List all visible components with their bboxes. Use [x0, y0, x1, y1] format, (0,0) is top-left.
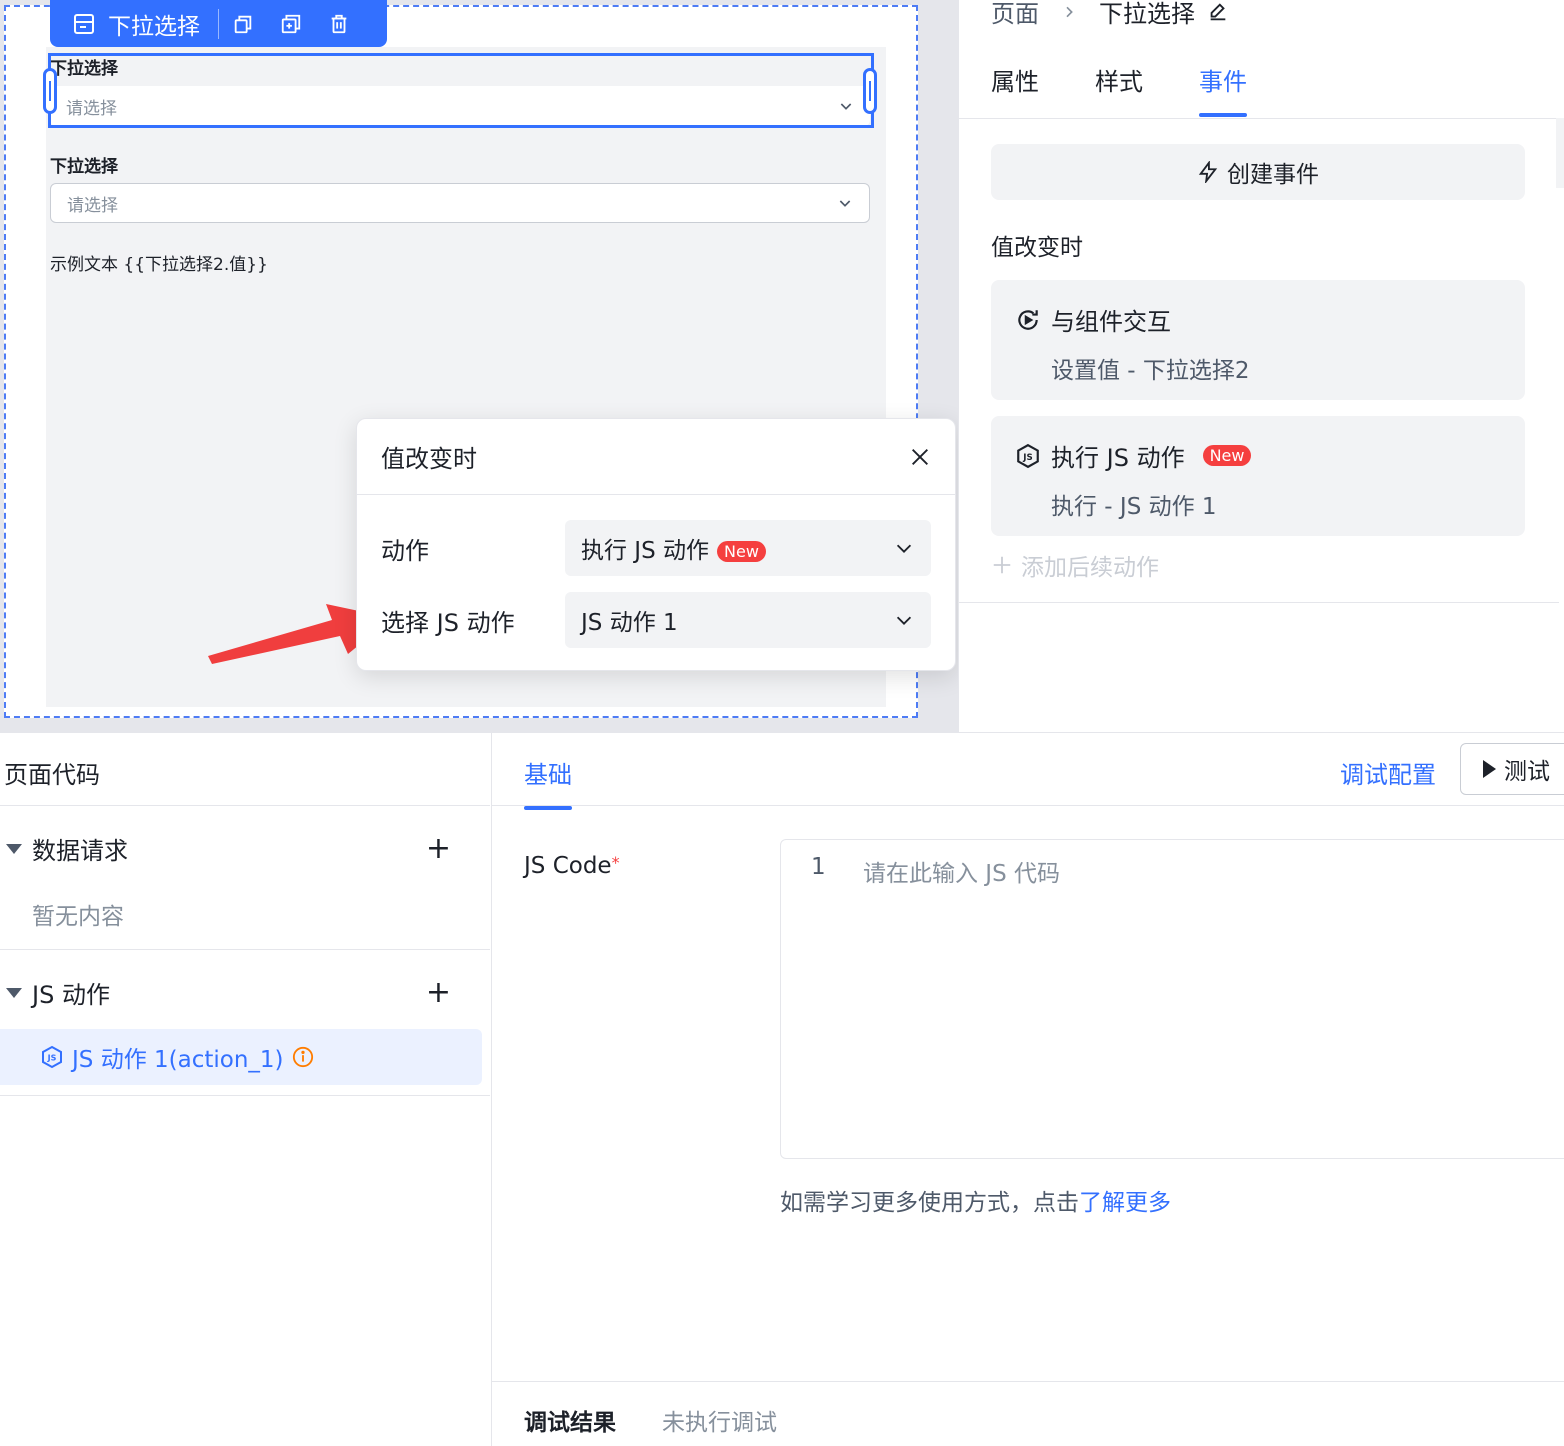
- action-card-desc: 执行 - JS 动作 1: [1051, 494, 1217, 520]
- tab-properties[interactable]: 属性: [991, 62, 1039, 117]
- learn-more-link[interactable]: 了解更多: [1079, 1190, 1171, 1216]
- add-js-action-icon[interactable]: +: [426, 977, 451, 1008]
- svg-text:JS: JS: [1022, 452, 1032, 462]
- line-number: 1: [811, 854, 826, 880]
- action-label: 动作: [381, 536, 429, 565]
- sample-text: 示例文本 {{下拉选择2.值}}: [50, 255, 268, 275]
- tabs-divider: [959, 118, 1559, 119]
- panel-tabs: 属性 样式 事件: [991, 62, 1247, 117]
- help-text: 如需学习更多使用方式，点击了解更多: [780, 1190, 1171, 1216]
- js-code-label: JS Code*: [524, 853, 620, 879]
- divider: [492, 1381, 1564, 1382]
- action-card-desc: 设置值 - 下拉选择2: [1051, 358, 1250, 384]
- new-badge: New: [1202, 445, 1252, 466]
- event-config-popup: 值改变时 动作 执行 JS 动作 New 选择 JS 动作 JS 动作 1: [356, 418, 956, 671]
- js-action-select-value: JS 动作 1: [581, 610, 678, 636]
- group-js-actions[interactable]: JS 动作 +: [6, 975, 451, 1010]
- add-data-request-icon[interactable]: +: [426, 833, 451, 864]
- js-action-select[interactable]: JS 动作 1: [565, 592, 931, 648]
- tab-events[interactable]: 事件: [1199, 62, 1247, 117]
- chevron-down-icon: [839, 200, 851, 207]
- scrollbar[interactable]: [1556, 118, 1564, 188]
- test-label: 测试: [1504, 759, 1550, 785]
- page-code-panel: 页面代码 数据请求 + 暂无内容 JS 动作 + JS JS 动作 1(acti…: [0, 732, 492, 1446]
- select-placeholder-2: 请选择: [67, 195, 118, 216]
- duplicate-icon: [281, 14, 301, 33]
- component-interact-icon: [1018, 309, 1038, 330]
- group-name: JS 动作: [32, 981, 110, 1009]
- copy-button[interactable]: [219, 13, 267, 35]
- js-hexagon-icon: JS: [1017, 443, 1039, 468]
- breadcrumb: 页面 下拉选择: [991, 0, 1229, 29]
- close-icon[interactable]: [909, 446, 931, 468]
- action-card-interact[interactable]: 与组件交互 设置值 - 下拉选择2: [991, 280, 1525, 400]
- breadcrumb-page[interactable]: 页面: [991, 0, 1039, 29]
- select-component-icon: [74, 13, 94, 34]
- resize-handle-right[interactable]: [863, 68, 877, 114]
- chevron-right-icon: [1066, 6, 1073, 17]
- add-action-label: 添加后续动作: [1021, 555, 1159, 581]
- field-label-2: 下拉选择: [50, 157, 118, 177]
- caret-down-icon: [6, 843, 22, 854]
- action-select-value: 执行 JS 动作 New: [581, 531, 766, 565]
- divider: [492, 805, 1564, 806]
- required-mark: *: [611, 853, 620, 872]
- lightning-icon: [1198, 161, 1218, 183]
- create-event-label: 创建事件: [1227, 162, 1319, 188]
- js-hexagon-icon: JS: [42, 1045, 62, 1069]
- event-section-title: 值改变时: [991, 235, 1083, 261]
- toolbar-component-name[interactable]: 下拉选择: [72, 8, 219, 40]
- group-name: 数据请求: [32, 837, 128, 865]
- create-event-button[interactable]: 创建事件: [991, 144, 1525, 200]
- selected-component-outline: [48, 53, 874, 128]
- tab-styles[interactable]: 样式: [1095, 62, 1143, 117]
- test-button[interactable]: 测试: [1460, 743, 1564, 795]
- popup-title: 值改变时: [381, 445, 477, 473]
- popup-row-js-action: 选择 JS 动作 JS 动作 1: [381, 592, 931, 648]
- tab-basic[interactable]: 基础: [524, 755, 572, 810]
- resize-handle-left[interactable]: [43, 68, 57, 114]
- panel-divider: [959, 602, 1559, 603]
- divider: [0, 805, 490, 806]
- empty-text: 暂无内容: [32, 904, 124, 930]
- duplicate-button[interactable]: [267, 13, 315, 35]
- code-placeholder: 请在此输入 JS 代码: [863, 861, 1061, 887]
- js-action-item[interactable]: JS JS 动作 1(action_1): [0, 1029, 482, 1085]
- caret-down-icon: [6, 987, 22, 998]
- select-input-2[interactable]: 请选择: [50, 183, 870, 223]
- popup-header: 值改变时: [357, 419, 955, 495]
- component-toolbar: 下拉选择: [50, 0, 387, 47]
- divider: [0, 949, 490, 950]
- divider: [0, 1095, 490, 1096]
- popup-row-action: 动作 执行 JS 动作 New: [381, 520, 931, 576]
- chevron-down-icon: [896, 544, 912, 553]
- action-card-title: 与组件交互: [1015, 302, 1501, 337]
- chevron-down-icon: [896, 616, 912, 625]
- edit-icon[interactable]: [1207, 1, 1229, 23]
- action-card-js[interactable]: JS 执行 JS 动作 New 执行 - JS 动作 1: [991, 416, 1525, 536]
- copy-icon: [234, 15, 252, 33]
- group-data-requests[interactable]: 数据请求 +: [6, 831, 451, 866]
- info-icon[interactable]: [292, 1046, 314, 1068]
- delete-icon: [331, 14, 347, 33]
- page-code-title: 页面代码: [4, 761, 100, 789]
- svg-text:JS: JS: [47, 1054, 57, 1063]
- new-badge: New: [717, 541, 766, 562]
- debug-config-link[interactable]: 调试配置: [1340, 755, 1436, 790]
- plus-icon: [993, 556, 1011, 574]
- play-icon: [1483, 760, 1496, 778]
- add-follow-up-action[interactable]: 添加后续动作: [991, 548, 1159, 582]
- js-action-label: 选择 JS 动作: [381, 608, 515, 637]
- action-card-title: JS 执行 JS 动作 New: [1015, 438, 1501, 473]
- js-action-item-label: JS 动作 1(action_1): [72, 1047, 284, 1073]
- debug-result-label: 调试结果: [524, 1410, 616, 1436]
- debug-result-value: 未执行调试: [662, 1410, 777, 1436]
- breadcrumb-current: 下拉选择: [1099, 0, 1195, 28]
- properties-panel: 页面 下拉选择 属性 样式 事件 创建事件 值改变时 与组件交互 设置值 - 下…: [958, 0, 1564, 732]
- action-select[interactable]: 执行 JS 动作 New: [565, 520, 931, 576]
- toolbar-name-label: 下拉选择: [108, 13, 200, 40]
- delete-button[interactable]: [315, 13, 363, 35]
- js-editor-panel: 基础 调试配置 测试 JS Code* 1 请在此输入 JS 代码 如需学习更多…: [492, 732, 1564, 1446]
- js-code-editor[interactable]: 1 请在此输入 JS 代码: [780, 839, 1564, 1159]
